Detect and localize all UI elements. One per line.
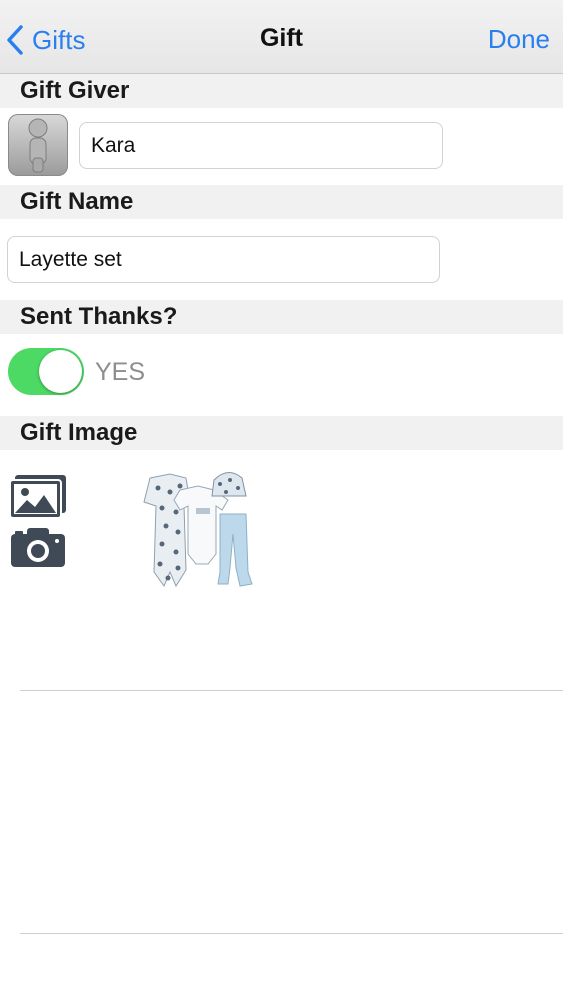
section-header-sent-thanks: Sent Thanks? [0, 300, 563, 334]
done-button[interactable]: Done [488, 24, 550, 55]
navigation-bar: Gifts Gift Done [0, 0, 563, 74]
photo-library-button[interactable] [9, 474, 67, 525]
camera-button[interactable] [10, 526, 66, 573]
contact-picker-button[interactable] [8, 114, 68, 176]
camera-icon [10, 528, 66, 572]
photo-library-icon [9, 475, 67, 524]
gift-name-field[interactable]: Layette set [7, 236, 440, 283]
toggle-knob [39, 350, 82, 393]
page-title: Gift [259, 24, 304, 52]
toggle-state-label: YES [95, 358, 146, 386]
divider [20, 690, 563, 691]
section-header-gift-name: Gift Name [0, 185, 563, 219]
gift-photo [136, 468, 256, 597]
person-icon [8, 114, 68, 181]
gift-giver-field[interactable]: Kara [79, 122, 443, 169]
divider [20, 933, 563, 934]
section-header-gift-giver: Gift Giver [0, 74, 563, 108]
section-header-gift-image: Gift Image [0, 416, 563, 450]
sent-thanks-toggle[interactable] [8, 348, 84, 395]
